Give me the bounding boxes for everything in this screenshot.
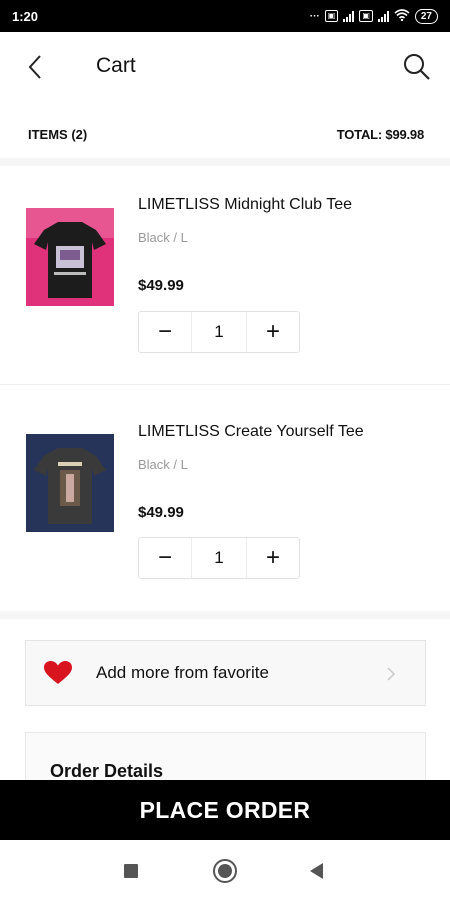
search-icon [404,54,430,80]
battery-icon: 27 [414,8,438,24]
section-divider [0,158,450,166]
chevron-right-icon [387,667,396,681]
quantity-value: 1 [191,538,247,578]
increment-button[interactable]: + [247,538,299,578]
order-details-title: Order Details [50,761,164,781]
back-button[interactable] [20,52,50,82]
quantity-stepper: − 1 + [138,537,300,579]
product-image[interactable] [26,434,114,532]
heart-icon [44,661,72,684]
decrement-button[interactable]: − [139,312,191,352]
sim-icon-2: ▣ [359,10,373,22]
cart-summary: ITEMS (2) TOTAL: $99.98 [0,108,450,160]
home-icon[interactable] [213,859,237,883]
system-nav-bar [0,840,450,900]
wifi-icon [394,8,410,24]
product-name[interactable]: LIMETLISS Midnight Club Tee [138,196,352,214]
dots-icon: ··· [309,10,320,22]
product-price: $49.99 [138,504,184,521]
section-divider [0,611,450,619]
items-count: ITEMS (2) [28,126,88,142]
signal-icon [343,10,355,22]
signal-icon-2 [377,10,389,22]
app-header: Cart [0,32,450,102]
page-title: Cart [96,54,136,77]
add-from-favorite-button[interactable]: Add more from favorite [25,640,426,706]
increment-button[interactable]: + [247,312,299,352]
place-order-button[interactable]: PLACE ORDER [0,780,450,840]
quantity-value: 1 [191,312,247,352]
decrement-button[interactable]: − [139,538,191,578]
back-triangle-icon[interactable] [310,863,323,879]
item-divider [0,384,450,385]
product-price: $49.99 [138,277,184,294]
product-variant: Black / L [138,230,188,245]
status-time: 1:20 [12,8,39,24]
product-name[interactable]: LIMETLISS Create Yourself Tee [138,423,364,441]
chevron-left-icon [28,55,41,79]
favorite-label: Add more from favorite [96,663,269,682]
status-bar: 1:20 ··· ▣ ▣ 27 [0,0,450,32]
search-button[interactable] [400,50,434,84]
quantity-stepper: − 1 + [138,311,300,353]
product-variant: Black / L [138,457,188,472]
product-image[interactable] [26,208,114,306]
cart-total: TOTAL: $99.98 [336,126,424,142]
sim-icon: ▣ [324,10,339,22]
recents-icon[interactable] [124,864,138,878]
cart-item: LIMETLISS Create Yourself Tee Black / L … [0,393,450,611]
cart-item: LIMETLISS Midnight Club Tee Black / L $4… [0,166,450,384]
status-icons: ··· ▣ ▣ 27 [309,8,438,24]
